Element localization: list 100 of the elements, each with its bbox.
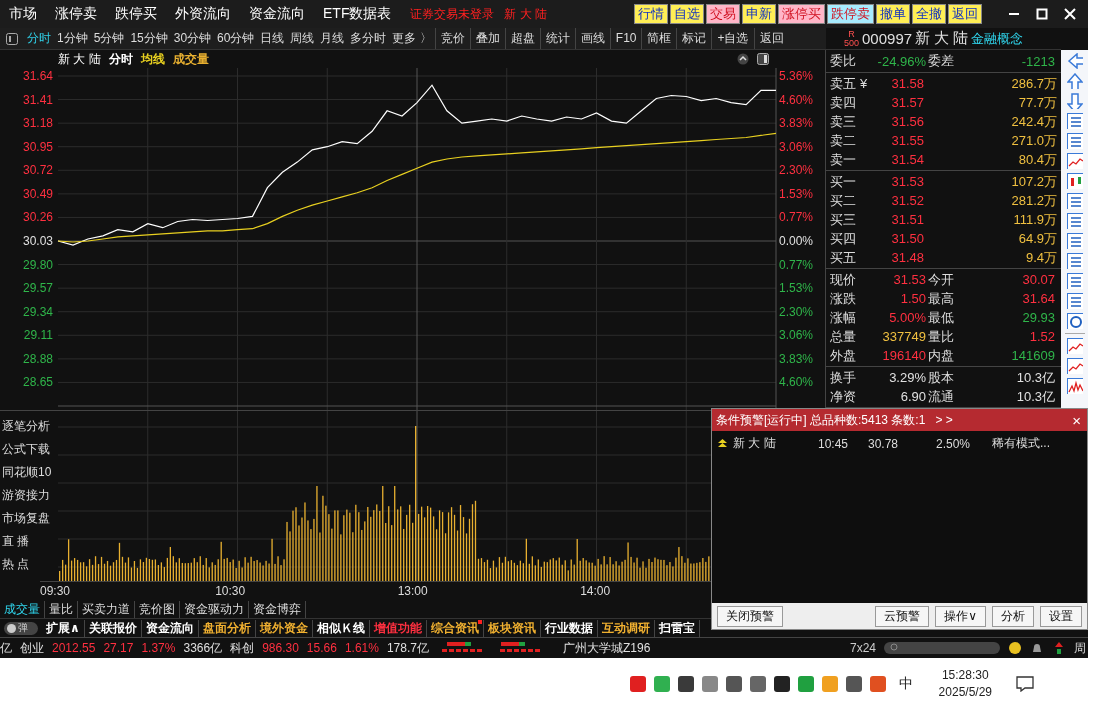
alert-button[interactable]: 设置 bbox=[1040, 605, 1082, 627]
function-tab[interactable]: 盘面分析 bbox=[198, 619, 256, 637]
period-tab[interactable]: 周线 bbox=[287, 30, 318, 47]
quick-button[interactable]: 撤单 bbox=[876, 4, 910, 24]
tray-app-icon[interactable] bbox=[676, 675, 695, 693]
toolbar-button[interactable]: 简框 bbox=[641, 28, 677, 49]
quick-button[interactable]: 全撤 bbox=[912, 4, 946, 24]
document-icon[interactable] bbox=[1066, 113, 1083, 129]
toolbar-button[interactable]: +自选 bbox=[711, 28, 754, 49]
bell-icon[interactable] bbox=[1030, 641, 1044, 655]
document-icon[interactable] bbox=[1066, 133, 1083, 149]
function-tab[interactable]: 资金流向 bbox=[141, 619, 199, 637]
indicator-tab[interactable]: 资金博弈 bbox=[249, 600, 306, 618]
tray-app-icon[interactable] bbox=[724, 675, 743, 693]
function-tab[interactable]: 关联报价 bbox=[84, 619, 142, 637]
menu-item[interactable]: 市场 bbox=[0, 5, 46, 23]
document-icon[interactable] bbox=[1066, 273, 1083, 289]
indicator-tab[interactable]: 买卖力道 bbox=[78, 600, 135, 618]
function-tab[interactable]: 境外资金 bbox=[255, 619, 313, 637]
menu-item[interactable]: 资金流向 bbox=[240, 5, 314, 23]
clock-time: 15:28:30 bbox=[941, 667, 989, 684]
toolbar-button[interactable]: 画线 bbox=[574, 28, 610, 49]
period-tab[interactable]: 更多 〉 bbox=[389, 30, 435, 47]
coin-icon[interactable] bbox=[1008, 641, 1022, 655]
order-volume: 64.9万 bbox=[1017, 229, 1057, 248]
quick-button[interactable]: 申新 bbox=[742, 4, 776, 24]
indicator-tab[interactable]: 成交量 bbox=[0, 600, 45, 618]
expand-link[interactable]: > > bbox=[935, 413, 953, 427]
concept-link[interactable]: 金融概念 bbox=[971, 29, 1024, 48]
up-arrow-icon[interactable] bbox=[1066, 73, 1083, 89]
panel-icon[interactable] bbox=[757, 53, 769, 65]
expand-icon[interactable] bbox=[737, 53, 749, 65]
toolbar-button[interactable]: 叠加 bbox=[469, 28, 505, 49]
period-tab[interactable]: 30分钟 bbox=[170, 30, 215, 47]
line-chart-icon[interactable] bbox=[1066, 338, 1083, 354]
menu-item[interactable]: ETF数据表 bbox=[314, 5, 401, 23]
alert-button[interactable]: 操作∨ bbox=[935, 605, 986, 627]
search-field[interactable] bbox=[884, 642, 1000, 654]
quick-button[interactable]: 行情 bbox=[634, 4, 668, 24]
order-price: 31.52 bbox=[890, 193, 924, 208]
notification-icon[interactable] bbox=[1016, 676, 1034, 692]
function-tab[interactable]: 扩展∧ bbox=[42, 619, 85, 637]
indicator-tab[interactable]: 量比 bbox=[45, 600, 78, 618]
tray-app-icon[interactable] bbox=[772, 675, 791, 693]
period-tab[interactable]: 15分钟 bbox=[127, 30, 171, 47]
down-arrow-icon[interactable] bbox=[1066, 93, 1083, 109]
menu-item[interactable]: 外资流向 bbox=[166, 5, 240, 23]
panel-toggle-icon[interactable] bbox=[6, 32, 18, 45]
index-quote: 178.7亿 bbox=[386, 639, 429, 657]
period-tab[interactable]: 1分钟 bbox=[54, 30, 91, 47]
quick-button[interactable]: 返回 bbox=[948, 4, 982, 24]
document-icon[interactable] bbox=[1066, 233, 1083, 249]
document-icon[interactable] bbox=[1066, 293, 1083, 309]
function-tab[interactable]: 扫雷宝 bbox=[654, 619, 700, 637]
function-tab[interactable]: 相似Ｋ线 bbox=[312, 619, 370, 637]
document-icon[interactable] bbox=[1066, 253, 1083, 269]
order-level-label: 买三 bbox=[830, 210, 857, 229]
toolbar-button[interactable]: 返回 bbox=[753, 28, 789, 49]
period-tab[interactable]: 月线 bbox=[317, 30, 348, 47]
candlestick-icon[interactable] bbox=[1066, 173, 1083, 189]
indicator-tab[interactable]: 竞价图 bbox=[135, 600, 180, 618]
maximize-icon[interactable] bbox=[1036, 8, 1048, 20]
toolbar-button[interactable]: F10 bbox=[609, 28, 642, 49]
popup-toggle[interactable]: 弹 bbox=[4, 621, 38, 635]
order-level-label: 买一 bbox=[830, 172, 857, 191]
close-button[interactable]: × bbox=[1072, 411, 1081, 429]
toolbar-button[interactable]: 超盘 bbox=[504, 28, 540, 49]
document-icon[interactable] bbox=[1066, 193, 1083, 209]
close-icon[interactable] bbox=[1064, 8, 1076, 20]
line-chart-icon[interactable] bbox=[1066, 378, 1083, 394]
function-tab[interactable]: 互动调研 bbox=[597, 619, 655, 637]
period-tab[interactable]: 5分钟 bbox=[90, 30, 128, 47]
alert-button[interactable]: 分析 bbox=[992, 605, 1034, 627]
menu-item[interactable]: 跌停买 bbox=[106, 5, 166, 23]
toolbar-button[interactable]: 标记 bbox=[676, 28, 712, 49]
circle-icon[interactable] bbox=[1066, 313, 1083, 329]
left-arrow-icon[interactable] bbox=[1066, 53, 1083, 69]
document-icon[interactable] bbox=[1066, 213, 1083, 229]
function-tab[interactable]: 行业数据 bbox=[540, 619, 598, 637]
quick-button[interactable]: 跌停卖 bbox=[827, 4, 874, 24]
period-tab[interactable]: 分时 bbox=[24, 30, 54, 47]
function-tab[interactable]: 板块资讯 bbox=[483, 619, 541, 637]
toolbar-button[interactable]: 竞价 bbox=[434, 28, 470, 49]
input-method-indicator[interactable]: 中 bbox=[898, 675, 913, 693]
indicator-tab[interactable]: 资金驱动力 bbox=[180, 600, 249, 618]
function-tab[interactable]: 综合资讯 bbox=[426, 619, 484, 637]
y-tick-label: 31.18 bbox=[22, 116, 53, 131]
function-tab[interactable]: 增值功能 bbox=[369, 619, 427, 637]
period-tab[interactable]: 多分时 bbox=[347, 30, 390, 47]
line-chart-icon[interactable] bbox=[1066, 153, 1083, 169]
toolbar-button[interactable]: 统计 bbox=[539, 28, 575, 49]
period-tab[interactable]: 日线 bbox=[257, 30, 288, 47]
menu-item[interactable]: 涨停卖 bbox=[46, 5, 106, 23]
order-price: 31.51 bbox=[890, 212, 924, 227]
close-alert-button[interactable]: 关闭预警 bbox=[717, 605, 783, 627]
quick-button[interactable]: 自选 bbox=[670, 4, 704, 24]
tray-app-icon[interactable] bbox=[844, 675, 863, 693]
alert-button[interactable]: 云预警 bbox=[875, 605, 930, 627]
line-chart-icon[interactable] bbox=[1066, 358, 1083, 374]
period-tab[interactable]: 60分钟 bbox=[214, 30, 258, 47]
